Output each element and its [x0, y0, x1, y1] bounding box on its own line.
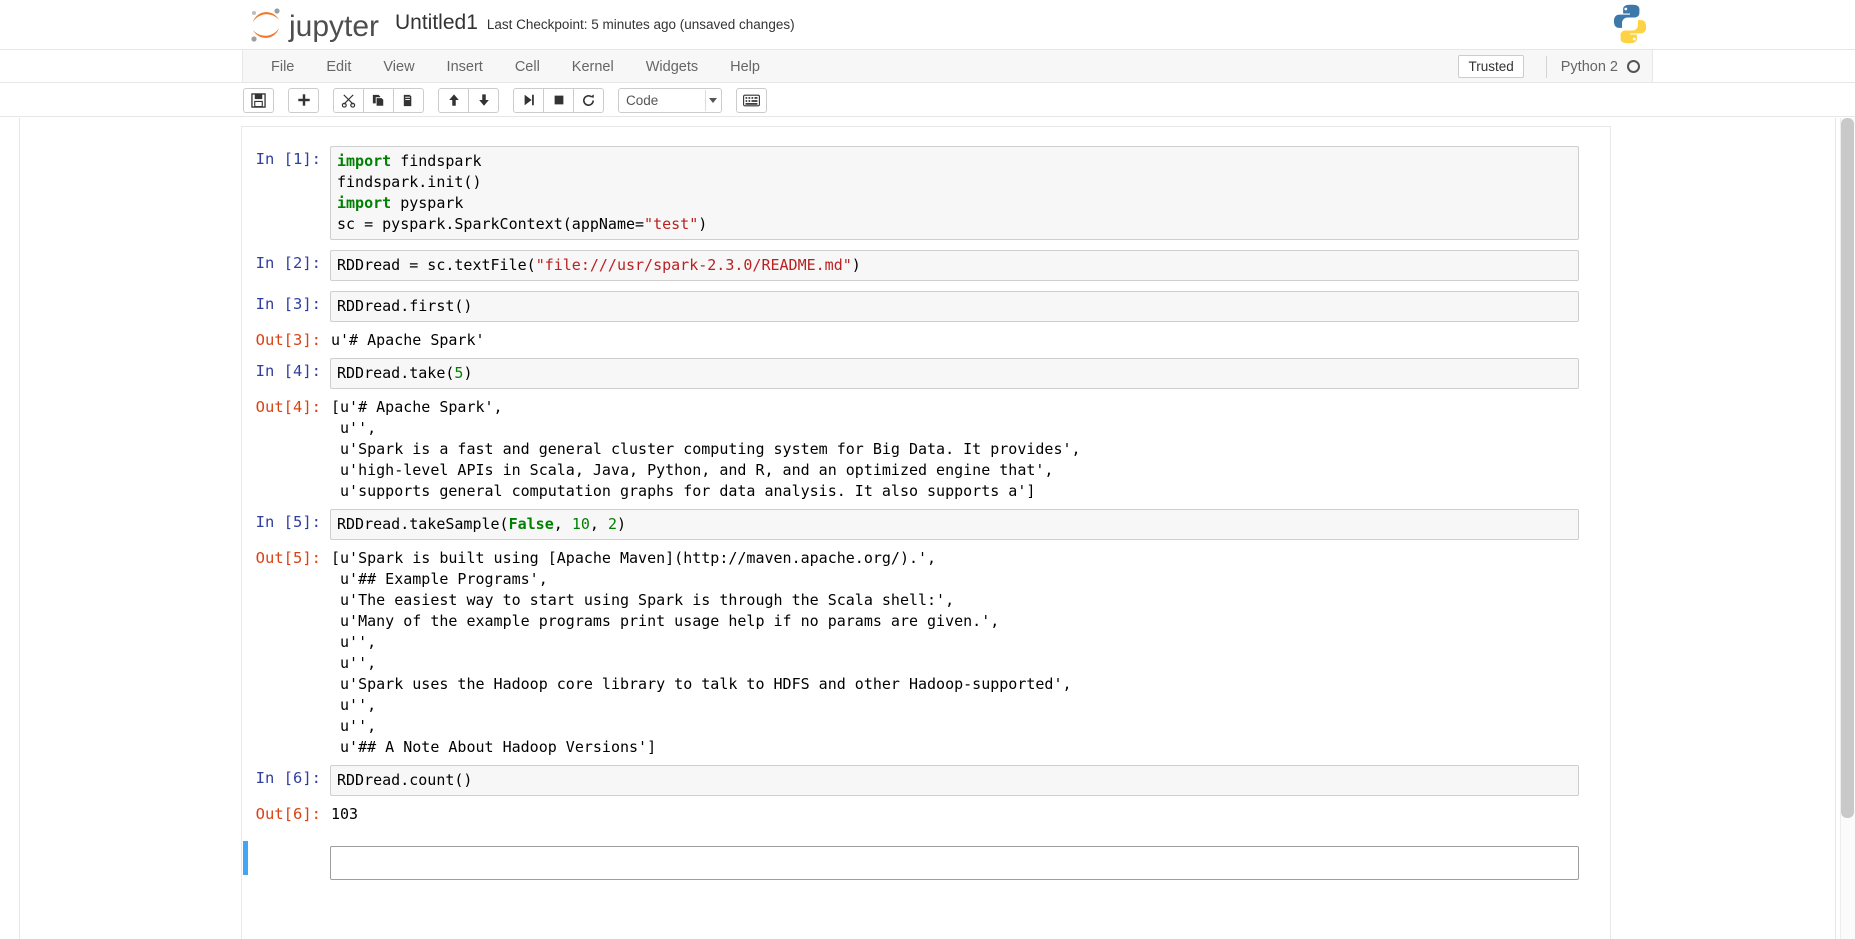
- input-prompt: In [1]:: [255, 150, 321, 168]
- run-cell-button[interactable]: [513, 87, 544, 113]
- notebook-scroll-area[interactable]: In [1]: import findspark findspark.init(…: [0, 118, 1855, 939]
- menubar-status-group: Trusted Python 2: [1458, 50, 1640, 83]
- keyboard-icon: [743, 94, 760, 106]
- output-text: [u'# Apache Spark', u'', u'Spark is a fa…: [331, 398, 1081, 500]
- menu-file[interactable]: File: [255, 54, 310, 80]
- kernel-busy-indicator-icon: [1627, 60, 1640, 73]
- move-cell-down-button[interactable]: [468, 87, 499, 113]
- code-input[interactable]: RDDread = sc.textFile("file:///usr/spark…: [330, 250, 1579, 281]
- code-cell[interactable]: In [5]: RDDread.takeSample(False, 10, 2): [242, 504, 1610, 545]
- menu-cell[interactable]: Cell: [499, 54, 556, 80]
- code-cell[interactable]: In [6]: RDDread.count(): [242, 760, 1610, 801]
- toolbar-group-run: [513, 87, 604, 113]
- menubar-left-spacer: [0, 50, 243, 82]
- menubar-divider: [1545, 55, 1547, 78]
- menu-insert[interactable]: Insert: [431, 54, 499, 80]
- toolbar-group-move: [438, 87, 499, 113]
- play-step-icon: [524, 94, 534, 106]
- code-input[interactable]: [330, 846, 1579, 880]
- toolbar-group-insert: [288, 87, 319, 113]
- output-prompt: Out[5]:: [255, 549, 321, 567]
- output-prompt: Out[4]:: [255, 398, 321, 416]
- code-input[interactable]: import findspark findspark.init() import…: [330, 146, 1579, 240]
- move-cell-up-button[interactable]: [438, 87, 469, 113]
- code-input[interactable]: RDDread.first(): [330, 291, 1579, 322]
- insert-cell-button[interactable]: [288, 87, 319, 113]
- kernel-name-label[interactable]: Python 2: [1561, 59, 1618, 75]
- svg-text:jupyter: jupyter: [288, 10, 379, 43]
- last-checkpoint-label: Last Checkpoint: 5 minutes ago (unsaved …: [486, 17, 795, 32]
- output-cell: Out[5]: [u'Spark is built using [Apache …: [242, 545, 1610, 760]
- arrow-down-icon: [478, 94, 489, 106]
- output-text: 103: [331, 805, 359, 823]
- cell-type-divider: [705, 89, 706, 111]
- code-cell[interactable]: In [3]: RDDread.first(): [242, 286, 1610, 327]
- trusted-badge[interactable]: Trusted: [1458, 55, 1524, 78]
- notebook-container: In [1]: import findspark findspark.init(…: [241, 126, 1611, 939]
- menu-edit[interactable]: Edit: [310, 54, 367, 80]
- copy-cell-button[interactable]: [363, 87, 394, 113]
- clipboard-icon: [403, 94, 414, 106]
- output-prompt: Out[6]:: [255, 805, 321, 823]
- paste-cell-button[interactable]: [393, 87, 424, 113]
- output-text: u'# Apache Spark': [331, 331, 485, 349]
- cell-type-select[interactable]: Code: [618, 87, 722, 113]
- code-cell[interactable]: In [2]: RDDread = sc.textFile("file:///u…: [242, 245, 1610, 286]
- code-input[interactable]: RDDread.count(): [330, 765, 1579, 796]
- toolbar: Code: [0, 83, 1855, 117]
- notebook-title-block: Untitled1 Last Checkpoint: 5 minutes ago…: [395, 11, 795, 35]
- menu-view[interactable]: View: [367, 54, 430, 80]
- input-prompt: In [2]:: [255, 254, 321, 272]
- plus-icon: [297, 94, 310, 106]
- jupyter-logo-link[interactable]: jupyter: [243, 4, 391, 46]
- copy-icon: [372, 94, 385, 107]
- menubar-right-spacer: [1652, 50, 1855, 82]
- code-input[interactable]: RDDread.take(5): [330, 358, 1579, 389]
- chevron-down-icon: [709, 98, 717, 103]
- vertical-scrollbar[interactable]: [1840, 118, 1855, 939]
- interrupt-kernel-button[interactable]: [543, 87, 574, 113]
- input-prompt: In [3]:: [255, 295, 321, 313]
- cell-type-value: Code: [626, 92, 659, 108]
- output-cell: Out[3]: u'# Apache Spark': [242, 327, 1610, 353]
- restart-kernel-button[interactable]: [573, 87, 604, 113]
- input-prompt: In [5]:: [255, 513, 321, 531]
- scrollbar-thumb[interactable]: [1841, 118, 1854, 818]
- cut-cell-button[interactable]: [333, 87, 364, 113]
- output-cell: Out[4]: [u'# Apache Spark', u'', u'Spark…: [242, 394, 1610, 504]
- output-prompt: Out[3]:: [255, 331, 321, 349]
- menu-widgets[interactable]: Widgets: [630, 54, 714, 80]
- selected-cell-marker: [243, 841, 248, 875]
- python-logo-icon: [1613, 4, 1647, 44]
- page-header: jupyter Untitled1 Last Checkpoint: 5 min…: [0, 0, 1855, 50]
- toolbar-group-save: [243, 87, 274, 113]
- code-input[interactable]: RDDread.takeSample(False, 10, 2): [330, 509, 1579, 540]
- scissors-icon: [341, 93, 356, 108]
- notebook-name[interactable]: Untitled1: [395, 11, 478, 35]
- menu-help[interactable]: Help: [714, 54, 776, 80]
- input-prompt: In [4]:: [255, 362, 321, 380]
- code-cell[interactable]: In [1]: import findspark findspark.init(…: [242, 141, 1610, 245]
- input-prompt: In [6]:: [255, 769, 321, 787]
- output-text: [u'Spark is built using [Apache Maven](h…: [331, 549, 1072, 756]
- command-palette-button[interactable]: [736, 87, 767, 113]
- output-cell: Out[6]: 103: [242, 801, 1610, 827]
- restart-icon: [583, 93, 594, 106]
- arrow-up-icon: [448, 94, 459, 106]
- selected-empty-cell[interactable]: [242, 841, 1610, 880]
- stop-square-icon: [554, 95, 563, 105]
- floppy-disk-icon: [251, 92, 266, 108]
- save-button[interactable]: [243, 87, 274, 113]
- jupyter-logo-icon: jupyter: [251, 8, 379, 43]
- left-gutter: [0, 118, 20, 939]
- toolbar-group-palette: [736, 87, 767, 113]
- toolbar-group-clipboard: [333, 87, 424, 113]
- menu-bar: File Edit View Insert Cell Kernel Widget…: [0, 50, 1855, 83]
- menu-kernel[interactable]: Kernel: [556, 54, 630, 80]
- code-cell[interactable]: In [4]: RDDread.take(5): [242, 353, 1610, 394]
- menu-list: File Edit View Insert Cell Kernel Widget…: [255, 50, 776, 83]
